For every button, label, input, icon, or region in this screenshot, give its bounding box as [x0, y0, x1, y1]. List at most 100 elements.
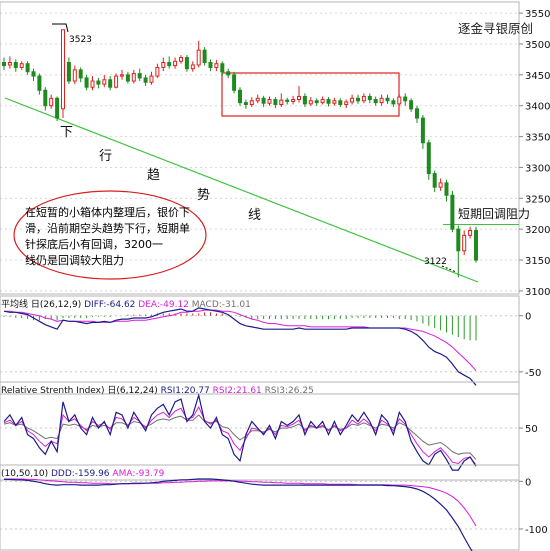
- macd-legend: 平均线 日(26,12,9) DIFF:-64.62 DEA:-49.12 MA…: [1, 298, 251, 310]
- price-tick-label: 3550: [525, 9, 550, 20]
- candle-body: [55, 97, 60, 119]
- candle-body: [273, 99, 278, 105]
- candle-body: [249, 100, 254, 105]
- candle-body: [78, 69, 83, 79]
- candle-body: [409, 100, 414, 110]
- rsi-legend: Relative Strenth Index) 日(6,12,24) RSI1:…: [1, 385, 314, 396]
- trend-char-5: 线: [248, 208, 261, 223]
- candle-body: [208, 61, 213, 68]
- macd-tick-label: 0: [525, 312, 531, 323]
- candle-body: [356, 97, 360, 102]
- candle-body: [114, 75, 119, 88]
- price-tick-label: 3200: [525, 225, 550, 236]
- candle-body: [332, 100, 337, 104]
- candle-body: [426, 142, 431, 175]
- candle-body: [403, 96, 408, 102]
- legend-entry: RSI2:21.61: [213, 386, 265, 396]
- price-tick-label: 3100: [525, 287, 550, 298]
- dma-tick-label: 0: [525, 477, 531, 488]
- candle-body: [125, 74, 130, 82]
- candle-body: [314, 100, 319, 104]
- high-label: 3523: [69, 35, 92, 45]
- candle-body: [72, 69, 77, 82]
- legend-entry: DDD:-159.96: [51, 469, 112, 479]
- candle-body: [367, 95, 372, 101]
- candle-body: [379, 97, 384, 104]
- candle-body: [297, 95, 301, 101]
- legend-title: Relative Strenth Index) 日(6,12,24): [1, 385, 161, 396]
- candle-body: [432, 173, 437, 188]
- dma-tick-label: -100: [525, 525, 548, 536]
- candle-body: [196, 49, 201, 66]
- candle-body: [462, 234, 467, 252]
- watermark-text: 逐金寻银原创: [458, 21, 533, 36]
- candle-body: [2, 61, 6, 67]
- candle-body: [444, 182, 449, 196]
- candle: [232, 71, 237, 94]
- candle-body: [350, 97, 355, 103]
- candle-body: [397, 96, 402, 105]
- candle-body: [255, 97, 260, 102]
- candle-body: [232, 74, 237, 91]
- candle-body: [361, 95, 366, 102]
- candle-body: [43, 89, 48, 107]
- candle: [450, 190, 455, 233]
- candle-body: [450, 194, 455, 230]
- low-label: 3122: [424, 257, 447, 267]
- candle-body: [220, 63, 225, 73]
- candle-body: [90, 80, 95, 88]
- candle-body: [25, 63, 30, 73]
- candle: [426, 139, 431, 180]
- candle-body: [308, 100, 313, 105]
- candle: [238, 87, 242, 106]
- price-tick-label: 3450: [525, 71, 550, 82]
- candle-body: [108, 79, 113, 88]
- candle-body: [13, 61, 18, 68]
- price-tick-label: 3250: [525, 194, 550, 205]
- candle-body: [291, 99, 296, 102]
- candle-body: [37, 75, 42, 91]
- candle-body: [61, 29, 65, 110]
- candle-body: [338, 100, 343, 105]
- candle: [61, 29, 65, 119]
- candle-body: [267, 99, 272, 104]
- legend-title: (10,50,10): [1, 469, 51, 479]
- candle-body: [438, 182, 443, 188]
- price-tick-label: 3350: [525, 133, 550, 144]
- trend-char-1: 下: [60, 125, 73, 140]
- candle: [114, 73, 119, 89]
- candle-body: [167, 61, 172, 67]
- candle-body: [279, 99, 284, 105]
- candle-body: [285, 99, 290, 102]
- candle-body: [66, 61, 71, 82]
- candle-body: [120, 74, 124, 77]
- candle-body: [131, 73, 136, 82]
- candle-body: [202, 49, 207, 63]
- candle-body: [385, 97, 390, 102]
- legend-entry: DIFF:-64.62: [84, 300, 138, 310]
- legend-title: 平均线 日(26,12,9): [1, 298, 84, 310]
- candle-body: [179, 57, 183, 62]
- trend-char-3: 趋: [147, 168, 160, 183]
- candle-body: [243, 102, 248, 105]
- candle-body: [173, 60, 178, 67]
- candle-body: [468, 229, 473, 236]
- candle: [474, 226, 478, 263]
- price-tick-label: 3400: [525, 102, 550, 113]
- candle-body: [456, 228, 461, 252]
- price-tick-label: 3150: [525, 256, 550, 267]
- price-tick-label: 3500: [525, 40, 550, 51]
- candle-body: [19, 63, 24, 68]
- candle-body: [474, 229, 478, 261]
- candle-body: [261, 97, 266, 104]
- candle-body: [143, 77, 148, 83]
- candle-body: [184, 57, 189, 70]
- candle: [202, 47, 207, 66]
- candle-body: [344, 101, 349, 105]
- legend-entry: DEA:-49.12: [138, 300, 192, 310]
- candle-body: [96, 80, 101, 85]
- chart-canvas: 3550 3500 3450 3400 3350 3300 3250 3200 3150 3100…: [0, 0, 550, 551]
- trend-char-4: 势: [197, 187, 210, 203]
- macd-tick-label: -50: [525, 368, 541, 379]
- dma-legend: (10,50,10) DDD:-159.96 AMA:-93.79: [1, 469, 165, 479]
